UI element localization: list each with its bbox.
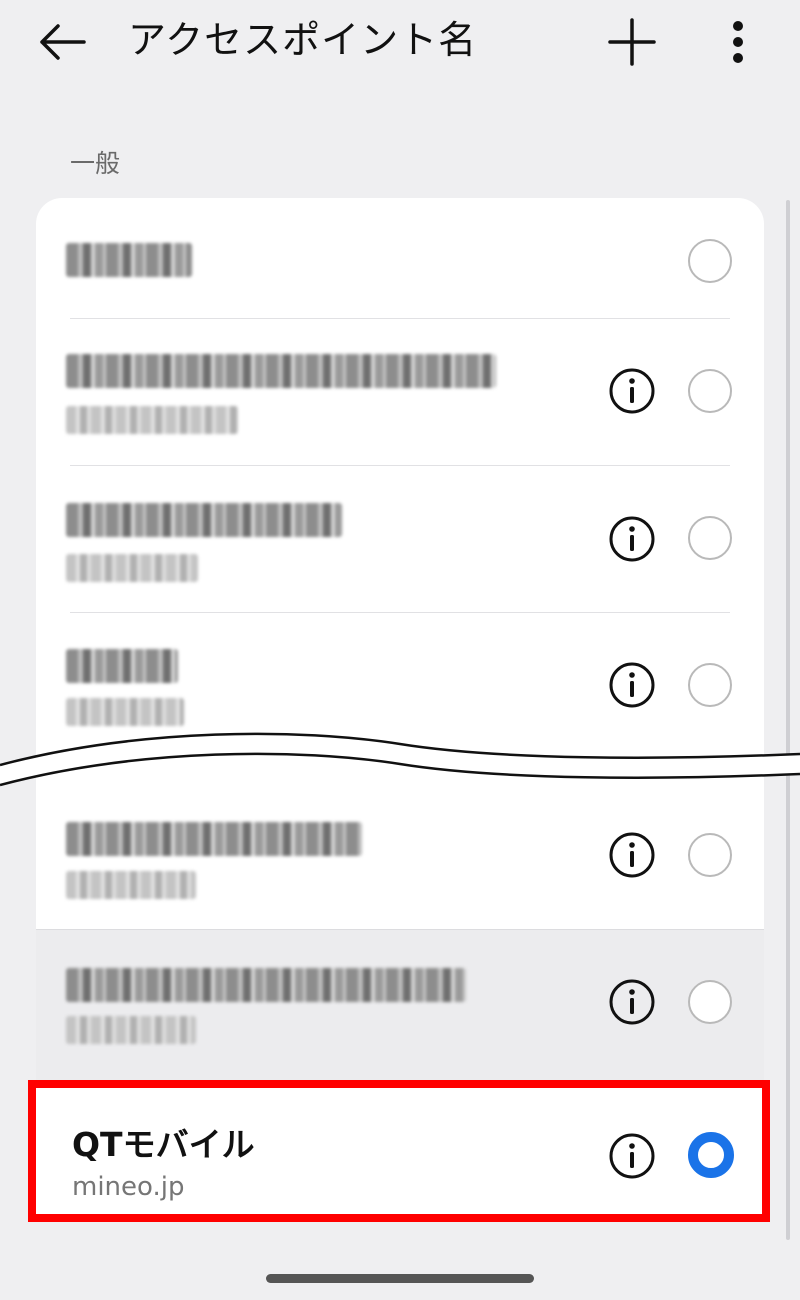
section-label-general: 一般 <box>70 149 121 178</box>
redacted-apn-name <box>66 649 178 683</box>
redacted-apn-value <box>66 698 184 726</box>
plus-icon <box>608 18 656 66</box>
redacted-apn-value <box>66 1016 196 1044</box>
info-icon[interactable] <box>608 367 656 415</box>
arrow-left-icon <box>40 24 86 60</box>
info-icon[interactable] <box>608 515 656 563</box>
list-break-wave <box>0 732 800 787</box>
apn-name: QTモバイル <box>72 1125 255 1164</box>
apn-radio-button-selected[interactable] <box>688 1132 734 1178</box>
apn-item[interactable] <box>36 930 764 1098</box>
redacted-apn-value <box>66 406 238 434</box>
apn-radio-button[interactable] <box>688 516 732 560</box>
apn-radio-button[interactable] <box>688 833 732 877</box>
apn-item[interactable] <box>36 319 764 465</box>
redacted-apn-name <box>66 968 466 1002</box>
add-apn-button[interactable] <box>604 14 660 70</box>
home-indicator[interactable] <box>266 1274 534 1283</box>
info-icon[interactable] <box>608 831 656 879</box>
info-icon[interactable] <box>608 661 656 709</box>
page-title: アクセスポイント名 <box>128 18 478 62</box>
redacted-apn-name <box>66 243 192 277</box>
app-bar: アクセスポイント名 <box>0 0 800 90</box>
apn-radio-button[interactable] <box>688 239 732 283</box>
apn-list <box>36 198 764 1098</box>
scrollbar[interactable] <box>786 200 790 1240</box>
apn-item[interactable] <box>36 198 764 318</box>
redacted-apn-name <box>66 822 362 856</box>
redacted-apn-name <box>66 354 496 388</box>
apn-radio-button[interactable] <box>688 980 732 1024</box>
more-vertical-icon <box>733 21 743 63</box>
apn-radio-button[interactable] <box>688 663 732 707</box>
redacted-apn-value <box>66 871 196 899</box>
redacted-apn-name <box>66 503 342 537</box>
more-options-button[interactable] <box>716 14 760 70</box>
back-button[interactable] <box>34 18 90 66</box>
info-icon[interactable] <box>608 1132 656 1180</box>
info-icon[interactable] <box>608 978 656 1026</box>
apn-value: mineo.jp <box>72 1172 185 1202</box>
redacted-apn-value <box>66 554 198 582</box>
apn-radio-button[interactable] <box>688 369 732 413</box>
apn-item[interactable] <box>36 466 764 612</box>
selected-apn-item[interactable]: QTモバイル mineo.jp <box>28 1080 770 1222</box>
